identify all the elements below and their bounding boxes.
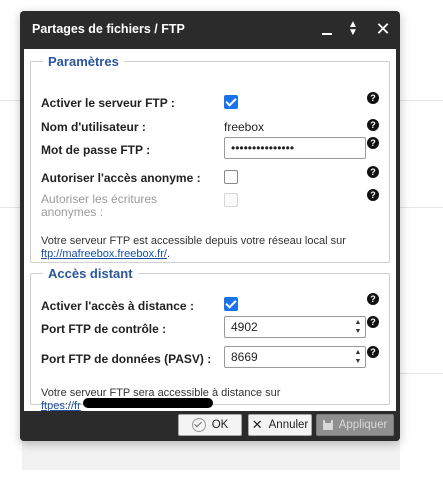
username-label: Nom d'utilisateur : xyxy=(41,120,146,134)
data-port-value: 8669 xyxy=(231,350,258,364)
control-port-value: 4902 xyxy=(231,320,258,334)
username-value: freebox xyxy=(224,120,265,134)
local-access-note: Votre serveur FTP est accessible depuis … xyxy=(41,235,381,261)
dialog-footer: OK ✕ Annuler Appliquer xyxy=(20,411,400,441)
control-port-label: Port FTP de contrôle : xyxy=(41,322,167,336)
parametres-section: Paramètres Activer le serveur FTP : ? No… xyxy=(30,54,390,263)
anonymous-write-checkbox xyxy=(224,193,238,207)
ok-button[interactable]: OK xyxy=(178,414,242,436)
maximize-button[interactable]: ▲ ▼ xyxy=(343,20,363,41)
chevron-down-icon[interactable]: ▼ xyxy=(353,357,363,366)
remote-access-label: Activer l'accès à distance : xyxy=(41,299,194,313)
apply-button-label: Appliquer xyxy=(338,419,388,431)
help-icon[interactable]: ? xyxy=(367,166,379,178)
ftp-enable-label: Activer le serveur FTP : xyxy=(41,96,175,110)
background-divider xyxy=(0,100,22,101)
section-title-acces-distant: Accès distant xyxy=(43,266,138,281)
data-port-label: Port FTP de données (PASV) : xyxy=(41,352,212,366)
minimize-button[interactable] xyxy=(317,20,337,40)
apply-button[interactable]: Appliquer xyxy=(316,414,394,436)
local-ftp-link[interactable]: ftp://mafreebox.freebox.fr/ xyxy=(41,248,167,260)
save-icon xyxy=(322,420,333,430)
remote-access-checkbox[interactable] xyxy=(224,297,238,311)
redaction-mark xyxy=(83,398,213,408)
help-icon[interactable]: ? xyxy=(367,92,379,104)
dialog-title: Partages de fichiers / FTP xyxy=(32,22,185,36)
close-icon: ✕ xyxy=(251,417,263,432)
password-label: Mot de passe FTP : xyxy=(41,143,151,157)
local-access-note-text: Votre serveur FTP est accessible depuis … xyxy=(41,235,346,247)
ok-button-label: OK xyxy=(211,419,229,431)
check-circle-icon xyxy=(191,418,206,432)
dialog-titlebar[interactable]: Partages de fichiers / FTP ▲ ▼ ✕ xyxy=(20,11,400,49)
help-icon[interactable]: ? xyxy=(367,119,379,131)
close-icon: ✕ xyxy=(375,19,391,39)
chevron-down-icon: ▼ xyxy=(348,27,358,38)
background-divider xyxy=(0,207,22,208)
help-icon[interactable]: ? xyxy=(367,293,379,305)
chevron-up-icon[interactable]: ▲ xyxy=(353,348,363,357)
chevron-up-icon[interactable]: ▲ xyxy=(353,318,363,327)
anonymous-write-label: Autoriser les écritures anonymes : xyxy=(41,193,157,219)
control-port-stepper[interactable]: ▲ ▼ xyxy=(353,318,363,336)
ftp-enable-checkbox[interactable] xyxy=(224,95,238,109)
control-port-input[interactable]: 4902 ▲ ▼ xyxy=(224,316,366,338)
anonymous-access-label: Autoriser l'accès anonyme : xyxy=(41,171,201,185)
anonymous-access-checkbox[interactable] xyxy=(224,170,238,184)
local-access-note-suffix: . xyxy=(166,248,171,260)
acces-distant-section: Accès distant Activer l'accès à distance… xyxy=(30,266,390,412)
cancel-button[interactable]: ✕ Annuler xyxy=(248,414,312,436)
section-title-parametres: Paramètres xyxy=(43,54,124,69)
anonymous-write-label-line1: Autoriser les écritures xyxy=(41,192,158,206)
password-input[interactable]: ••••••••••••••• xyxy=(224,137,366,159)
background-panel xyxy=(22,440,400,470)
help-icon[interactable]: ? xyxy=(367,189,379,201)
ftp-settings-dialog: Partages de fichiers / FTP ▲ ▼ ✕ Paramèt… xyxy=(20,11,400,441)
minimize-icon xyxy=(322,33,332,35)
close-button[interactable]: ✕ xyxy=(373,20,393,40)
data-port-input[interactable]: 8669 ▲ ▼ xyxy=(224,346,366,368)
dialog-content: Paramètres Activer le serveur FTP : ? No… xyxy=(24,49,396,412)
anonymous-write-label-line2: anonymes : xyxy=(41,205,104,219)
help-icon[interactable]: ? xyxy=(367,346,379,358)
help-icon[interactable]: ? xyxy=(367,137,379,149)
data-port-stepper[interactable]: ▲ ▼ xyxy=(353,348,363,366)
cancel-button-label: Annuler xyxy=(268,419,309,431)
chevron-down-icon[interactable]: ▼ xyxy=(353,327,363,336)
help-icon[interactable]: ? xyxy=(367,316,379,328)
